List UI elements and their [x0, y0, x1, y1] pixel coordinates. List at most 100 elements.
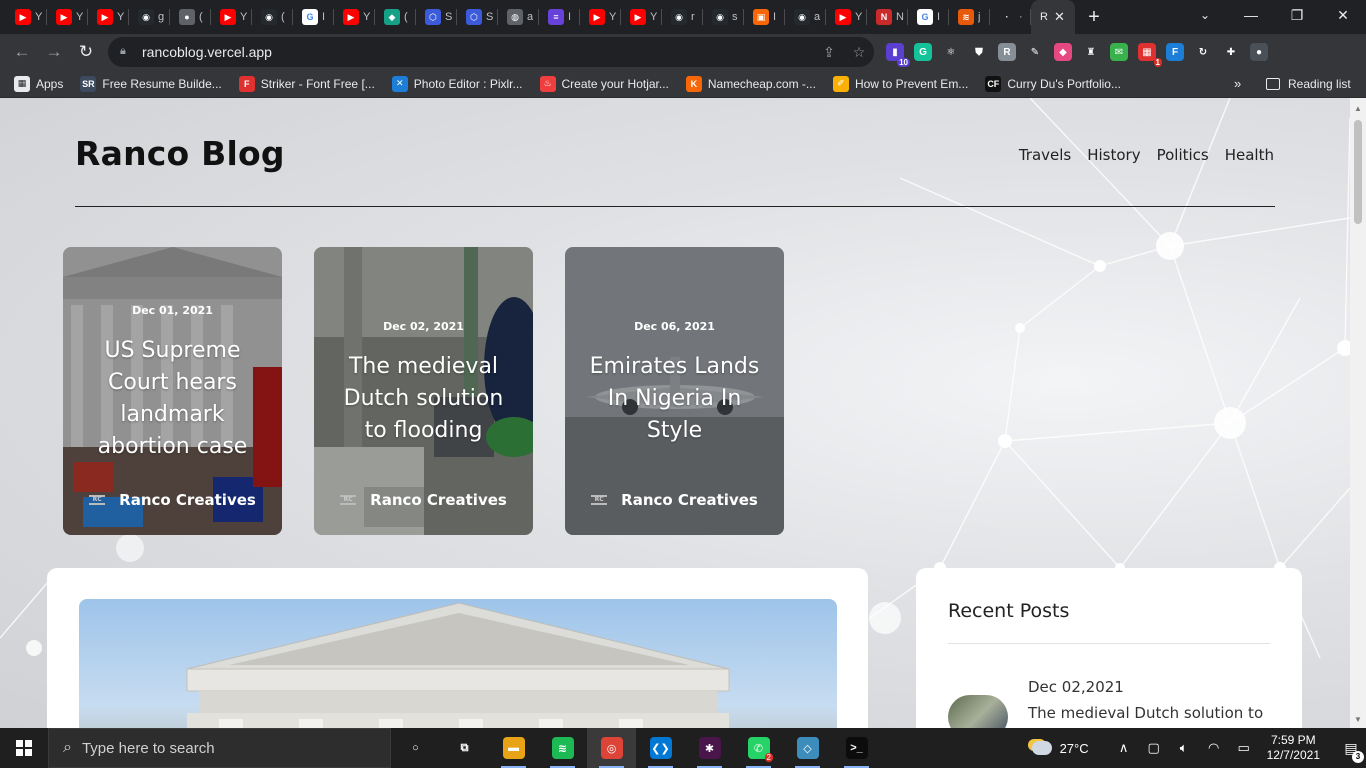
nav-link-history[interactable]: History [1087, 146, 1140, 164]
lock-icon[interactable]: 🔒︎ [120, 45, 134, 59]
show-hidden-icons-icon[interactable]: ∧ [1109, 740, 1139, 756]
recent-post-thumbnail[interactable] [948, 695, 1008, 728]
pen-icon[interactable]: ✎ [1026, 43, 1044, 61]
r-ext-icon[interactable]: R [998, 43, 1016, 61]
bookmark-item[interactable]: ▦ Apps [14, 75, 63, 92]
bookmark-item[interactable]: F Striker - Font Free [... [238, 75, 375, 92]
volume-icon[interactable]: 🔈︎ [1169, 740, 1199, 756]
grid-ext-icon[interactable]: ▦ 1 [1138, 43, 1162, 67]
notification-center-button[interactable]: ▤ 3 [1336, 740, 1366, 763]
reading-list-button[interactable]: Reading list [1266, 70, 1351, 98]
taskbar-app[interactable]: ◇ [783, 728, 832, 768]
puzzle-icon[interactable]: ✚ [1222, 43, 1240, 61]
bookmark-item[interactable]: ✕ Photo Editor : Pixlr... [391, 75, 523, 92]
new-tab-button[interactable]: + [1075, 0, 1113, 34]
taskbar-app[interactable]: ✱ [685, 728, 734, 768]
browser-tab[interactable]: ◉ s [703, 0, 744, 34]
browser-tab[interactable]: ▶ Y [6, 0, 47, 34]
browser-tab[interactable]: GI [908, 0, 949, 34]
browser-tab[interactable]: ▶ Y [88, 0, 129, 34]
browser-tab[interactable]: ≡ I [539, 0, 580, 34]
browser-tab[interactable]: ⬡ S [416, 0, 457, 34]
card-title[interactable]: US Supreme Court hears landmark abortion… [81, 335, 264, 463]
taskbar-app[interactable]: ✆ 2 [734, 728, 783, 768]
wifi-icon[interactable]: ◠ [1199, 740, 1229, 756]
forward-button[interactable]: → [38, 42, 70, 62]
taskbar-app[interactable]: ○ [391, 728, 440, 768]
scroll-down-icon[interactable]: ▼ [1350, 715, 1366, 724]
bookmark-star-icon[interactable]: ☆ [844, 44, 874, 61]
featured-card-1[interactable]: Dec 01, 2021 US Supreme Court hears land… [63, 247, 282, 535]
site-title[interactable]: Ranco Blog [75, 134, 285, 173]
refresh-ext-icon[interactable]: ↻ [1194, 43, 1212, 61]
react-icon[interactable]: ⚛ [942, 43, 960, 61]
close-window-button[interactable]: ✕ [1320, 0, 1366, 32]
stack-ext-icon[interactable]: ▮ 10 [886, 43, 910, 67]
grammarly-icon[interactable]: G [914, 43, 932, 61]
profile-avatar-icon[interactable]: ● [1250, 43, 1268, 61]
tab-search-icon[interactable]: ⌄ [1192, 0, 1218, 30]
browser-tab[interactable]: ◉( [252, 0, 293, 34]
nav-link-travels[interactable]: Travels [1019, 146, 1071, 164]
taskbar-search[interactable]: ⌕ Type here to search [48, 728, 391, 768]
featured-card-2[interactable]: Dec 02, 2021 The medieval Dutch solution… [314, 247, 533, 535]
taskbar-app[interactable]: ▬ [489, 728, 538, 768]
close-tab-icon[interactable]: ✕ [1054, 9, 1065, 25]
browser-tab[interactable]: ▣ I [744, 0, 785, 34]
color-icon[interactable]: ◆ [1054, 43, 1072, 61]
card-title[interactable]: The medieval Dutch solution to flooding [332, 351, 515, 447]
taskbar-app[interactable]: >_ [832, 728, 881, 768]
taskbar-app[interactable]: ⧉ [440, 728, 489, 768]
scrollbar-thumb[interactable] [1354, 120, 1362, 224]
browser-tab[interactable]: ≋ j [949, 0, 990, 34]
browser-tab[interactable]: ▶ Y [47, 0, 88, 34]
bookmark-item[interactable]: ✐ How to Prevent Em... [832, 75, 968, 92]
browser-tab[interactable]: ◍ a [498, 0, 539, 34]
nav-link-health[interactable]: Health [1225, 146, 1274, 164]
reload-button[interactable]: ↻ [70, 42, 102, 62]
start-button[interactable] [0, 728, 48, 768]
taskbar-app[interactable]: ◎ [587, 728, 636, 768]
mail-icon[interactable]: ✉ [1110, 43, 1128, 61]
clock[interactable]: 7:59 PM 12/7/2021 [1267, 733, 1320, 763]
active-browser-tab[interactable]: R ✕ [1031, 0, 1075, 34]
nav-link-politics[interactable]: Politics [1157, 146, 1209, 164]
flask-icon[interactable]: ♜ [1082, 43, 1100, 61]
recent-post-title[interactable]: The medieval Dutch solution to [1028, 704, 1263, 722]
bookmark-item[interactable]: K Namecheap.com -... [685, 75, 816, 92]
browser-tab[interactable]: ●( [170, 0, 211, 34]
post-hero-image[interactable] [79, 599, 837, 728]
taskbar-app[interactable]: ❮❯ [636, 728, 685, 768]
minimize-button[interactable]: — [1228, 0, 1274, 32]
recent-post-item[interactable]: Dec 02,2021 The medieval Dutch solution … [948, 676, 1263, 728]
browser-tab[interactable]: ▶ Y [621, 0, 662, 34]
maximize-button[interactable]: ❐ [1274, 0, 1320, 32]
browser-tab[interactable]: NN [867, 0, 908, 34]
browser-tab[interactable]: GI [293, 0, 334, 34]
taskbar-app[interactable]: ≋ [538, 728, 587, 768]
shield-icon[interactable]: ⛊ [970, 43, 988, 61]
url-text[interactable]: rancoblog.vercel.app [142, 44, 814, 60]
browser-tab[interactable]: ◉ a [785, 0, 826, 34]
scroll-up-icon[interactable]: ▲ [1350, 104, 1366, 113]
featured-card-3[interactable]: Dec 06, 2021 Emirates Lands In Nigeria I… [565, 247, 784, 535]
fi-icon[interactable]: F [1166, 43, 1184, 61]
address-bar[interactable]: 🔒︎ rancoblog.vercel.app ⇪ ☆ [108, 37, 874, 67]
bookmark-item[interactable]: SR Free Resume Builde... [80, 75, 222, 92]
browser-tab[interactable]: ▶ Y [580, 0, 621, 34]
browser-tab[interactable]: · · [990, 0, 1031, 34]
keyboard-icon[interactable]: ▭ [1229, 740, 1259, 756]
weather-widget[interactable]: 27°C [1031, 741, 1089, 756]
browser-tab[interactable]: ▶ Y [826, 0, 867, 34]
bookmark-item[interactable]: ♨ Create your Hotjar... [539, 75, 669, 92]
browser-tab[interactable]: ◉ g [129, 0, 170, 34]
page-scrollbar[interactable]: ▲ ▼ [1350, 98, 1366, 728]
share-icon[interactable]: ⇪ [814, 44, 844, 61]
browser-tab[interactable]: ⬡ S [457, 0, 498, 34]
browser-tab[interactable]: ▶ Y [211, 0, 252, 34]
browser-tab[interactable]: ◉ r [662, 0, 703, 34]
meet-now-icon[interactable]: ▢ [1139, 740, 1169, 756]
card-title[interactable]: Emirates Lands In Nigeria In Style [583, 351, 766, 447]
bookmark-item[interactable]: CF Curry Du's Portfolio... [985, 75, 1121, 92]
back-button[interactable]: ← [6, 42, 38, 62]
